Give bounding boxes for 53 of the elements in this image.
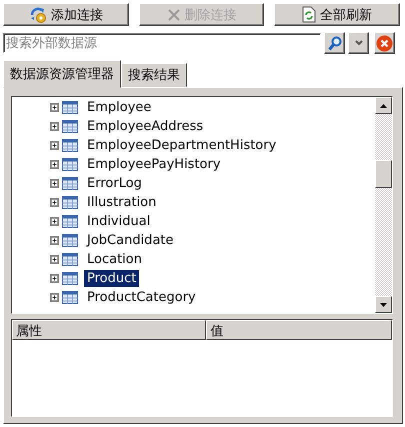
expand-icon[interactable] <box>50 255 59 264</box>
tab[interactable]: 数据源资源管理器 <box>3 60 121 88</box>
refresh-gear-icon <box>28 6 47 24</box>
scrollbar[interactable] <box>375 97 392 313</box>
close-icon <box>376 34 393 52</box>
expand-icon[interactable] <box>50 217 59 226</box>
table-icon <box>62 291 78 304</box>
table-icon <box>62 177 78 190</box>
expand-icon[interactable] <box>50 198 59 207</box>
tree-item[interactable]: EmployeeAddress <box>84 118 206 135</box>
expand-icon[interactable] <box>50 236 59 245</box>
table-icon <box>62 253 78 266</box>
toolbar-button[interactable]: 全部刷新 <box>274 3 400 26</box>
column-header[interactable]: 属性 <box>12 320 206 340</box>
expand-icon[interactable] <box>50 103 59 112</box>
tree-item[interactable]: Individual <box>84 213 154 230</box>
table-icon <box>62 272 78 285</box>
table-icon <box>62 158 78 171</box>
search-field[interactable]: 搜索外部数据源 <box>3 33 321 53</box>
search-icon <box>328 36 342 50</box>
expand-icon[interactable] <box>50 179 59 188</box>
table-icon <box>62 196 78 209</box>
tree-item[interactable]: ErrorLog <box>84 175 145 192</box>
table-icon <box>62 215 78 228</box>
tree-item[interactable]: EmployeeDepartmentHistory <box>84 137 280 154</box>
tree-item[interactable]: ProductCategory <box>84 289 199 306</box>
tree-item[interactable]: JobCandidate <box>84 232 176 249</box>
tree-item[interactable]: EmployeePayHistory <box>84 156 224 173</box>
expand-icon[interactable] <box>50 293 59 302</box>
search-button[interactable] <box>324 32 345 54</box>
tab[interactable]: 搜索结果 <box>121 63 187 87</box>
tree-item[interactable]: Illustration <box>84 194 160 211</box>
up-arrow-icon <box>380 104 387 108</box>
expand-icon[interactable] <box>50 160 59 169</box>
table-icon <box>62 139 78 152</box>
document-refresh-icon <box>302 6 316 23</box>
chevron-down-icon <box>354 40 362 46</box>
expand-icon[interactable] <box>50 141 59 150</box>
tree-item[interactable]: Product <box>84 270 140 287</box>
scroll-thumb[interactable] <box>375 160 392 188</box>
dropdown-button[interactable] <box>348 32 369 54</box>
expand-icon[interactable] <box>50 122 59 131</box>
clear-button[interactable] <box>374 32 395 54</box>
toolbar-button[interactable]: 添加连接 <box>3 3 129 26</box>
tree-item[interactable]: Employee <box>84 99 154 116</box>
down-arrow-icon <box>380 302 387 306</box>
column-header[interactable]: 值 <box>206 320 392 340</box>
x-icon <box>166 8 180 22</box>
tree-item[interactable]: Location <box>84 251 145 268</box>
table-icon <box>62 101 78 114</box>
table-icon <box>62 120 78 133</box>
expand-icon[interactable] <box>50 274 59 283</box>
table-icon <box>62 234 78 247</box>
